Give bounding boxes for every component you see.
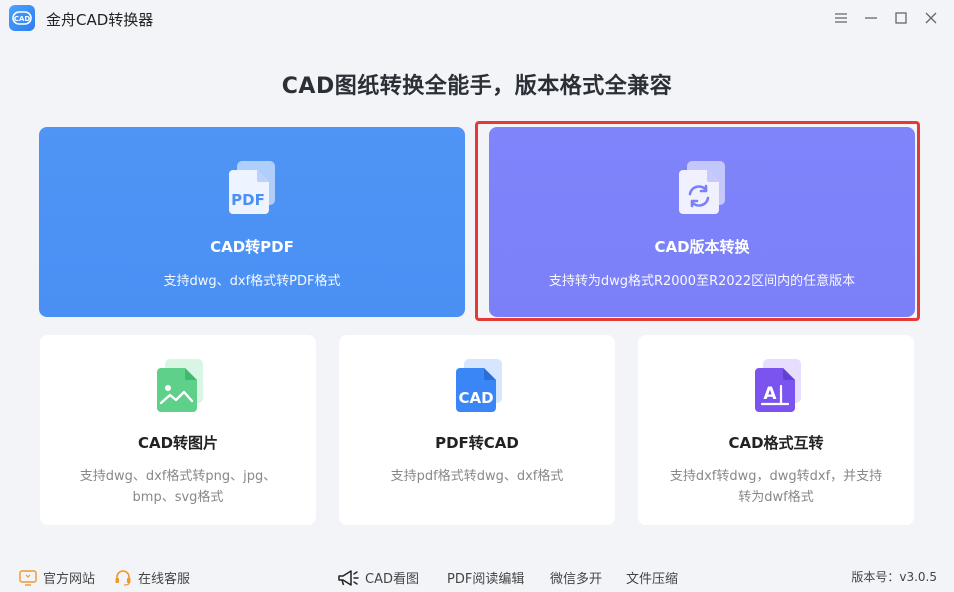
footer-bar: 官方网站 在线客服 CAD看图 PDF阅读编辑 微信多开 文件压缩 版本号：v3… — [0, 560, 954, 592]
card-title: CAD版本转换 — [654, 238, 750, 256]
svg-text:A: A — [763, 384, 777, 404]
app-logo-icon: CAD — [9, 5, 35, 31]
cad-to-image-card[interactable]: CAD转图片 支持dwg、dxf格式转png、jpg、bmp、svg格式 — [40, 335, 316, 525]
headset-icon — [115, 570, 131, 586]
svg-text:CAD: CAD — [14, 15, 31, 23]
footer-link-label: 微信多开 — [550, 572, 603, 587]
svg-text:PDF: PDF — [231, 191, 265, 209]
maximize-icon[interactable] — [886, 6, 916, 30]
footer-link-file-compress[interactable]: 文件压缩 — [626, 568, 678, 587]
card-description: 支持dwg、dxf格式转PDF格式 — [163, 274, 341, 289]
version-convert-icon — [677, 161, 727, 215]
cad-to-pdf-card[interactable]: PDF CAD转PDF 支持dwg、dxf格式转PDF格式 — [39, 127, 465, 317]
footer-link-wechat-multi[interactable]: 微信多开 — [550, 568, 602, 587]
cad-version-convert-card[interactable]: CAD版本转换 支持转为dwg格式R2000至R2022区间内的任意版本 — [489, 127, 915, 317]
footer-link-label: CAD看图 — [365, 572, 419, 587]
pdf-to-cad-card[interactable]: CAD PDF转CAD 支持pdf格式转dwg、dxf格式 — [339, 335, 615, 525]
online-service-label: 在线客服 — [138, 572, 191, 587]
menu-icon[interactable] — [826, 6, 856, 30]
svg-text:CAD: CAD — [458, 389, 493, 407]
card-title: CAD格式互转 — [728, 434, 824, 452]
card-description: 支持转为dwg格式R2000至R2022区间内的任意版本 — [548, 274, 856, 289]
online-service-link[interactable]: 在线客服 — [114, 568, 190, 587]
footer-link-cad-viewer[interactable]: CAD看图 — [337, 568, 419, 587]
megaphone-icon — [338, 569, 359, 586]
official-website-link[interactable]: 官方网站 — [19, 568, 95, 587]
cad-format-convert-card[interactable]: A CAD格式互转 支持dxf转dwg，dwg转dxf，并支持转为dwf格式 — [638, 335, 914, 525]
official-website-label: 官方网站 — [43, 572, 96, 587]
card-description: 支持dwg、dxf格式转png、jpg、bmp、svg格式 — [79, 469, 277, 505]
card-description: 支持pdf格式转dwg、dxf格式 — [390, 469, 564, 484]
image-file-icon — [153, 359, 205, 415]
close-icon[interactable] — [916, 6, 946, 30]
cad-file-icon: CAD — [452, 359, 504, 415]
monitor-icon — [19, 569, 37, 586]
card-title: CAD转PDF — [210, 238, 294, 256]
title-bar: CAD 金舟CAD转换器 — [0, 0, 954, 36]
minimize-icon[interactable] — [856, 6, 886, 30]
card-description: 支持dxf转dwg，dwg转dxf，并支持转为dwf格式 — [669, 469, 883, 505]
card-title: PDF转CAD — [435, 434, 519, 452]
version-label: 版本号：v3.0.5 — [851, 570, 937, 584]
format-convert-icon: A — [751, 359, 803, 415]
pdf-file-icon: PDF — [227, 161, 277, 215]
footer-link-label: PDF阅读编辑 — [447, 572, 525, 587]
card-title: CAD转图片 — [137, 434, 219, 452]
app-title: 金舟CAD转换器 — [46, 11, 154, 29]
page-headline: CAD图纸转换全能手，版本格式全兼容 — [281, 74, 673, 99]
footer-link-pdf-reader[interactable]: PDF阅读编辑 — [447, 568, 524, 587]
footer-link-label: 文件压缩 — [626, 572, 679, 587]
